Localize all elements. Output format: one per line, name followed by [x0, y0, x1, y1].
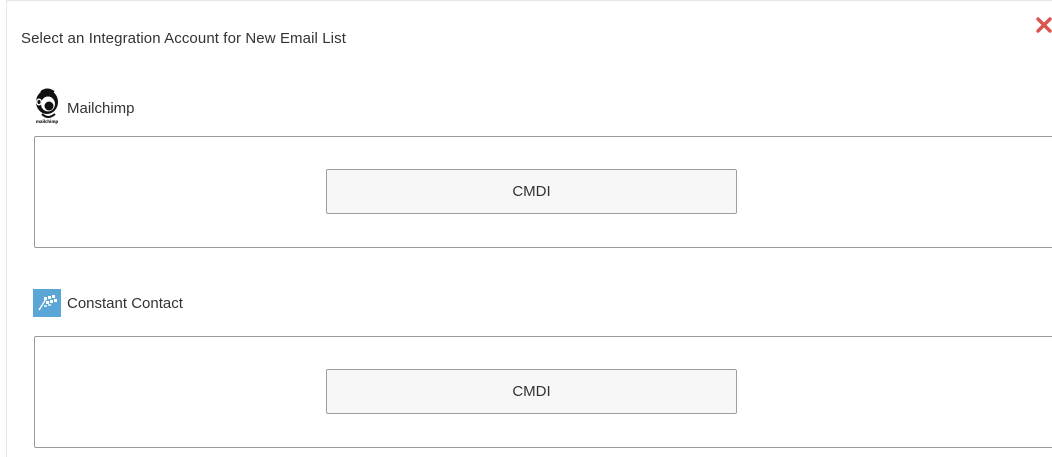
mailchimp-account-button[interactable]: CMDI: [326, 169, 737, 214]
constant-contact-accounts-box: CMDI: [34, 336, 1052, 448]
dialog-title: Select an Integration Account for New Em…: [21, 30, 346, 47]
provider-name-mailchimp: Mailchimp: [67, 99, 135, 117]
mailchimp-accounts-box: CMDI: [34, 136, 1052, 248]
close-icon[interactable]: [1036, 17, 1052, 37]
mailchimp-freddie-icon: mailchimp: [33, 87, 61, 129]
constant-contact-account-button[interactable]: CMDI: [326, 369, 737, 414]
constant-contact-flag-icon: [33, 289, 61, 317]
integration-account-dialog: Select an Integration Account for New Em…: [6, 0, 1052, 457]
constant-contact-header: Constant Contact: [33, 289, 183, 317]
mailchimp-header: mailchimp Mailchimp: [33, 87, 135, 129]
provider-name-constant-contact: Constant Contact: [67, 294, 183, 312]
mailchimp-logo-caption: mailchimp: [35, 119, 59, 124]
